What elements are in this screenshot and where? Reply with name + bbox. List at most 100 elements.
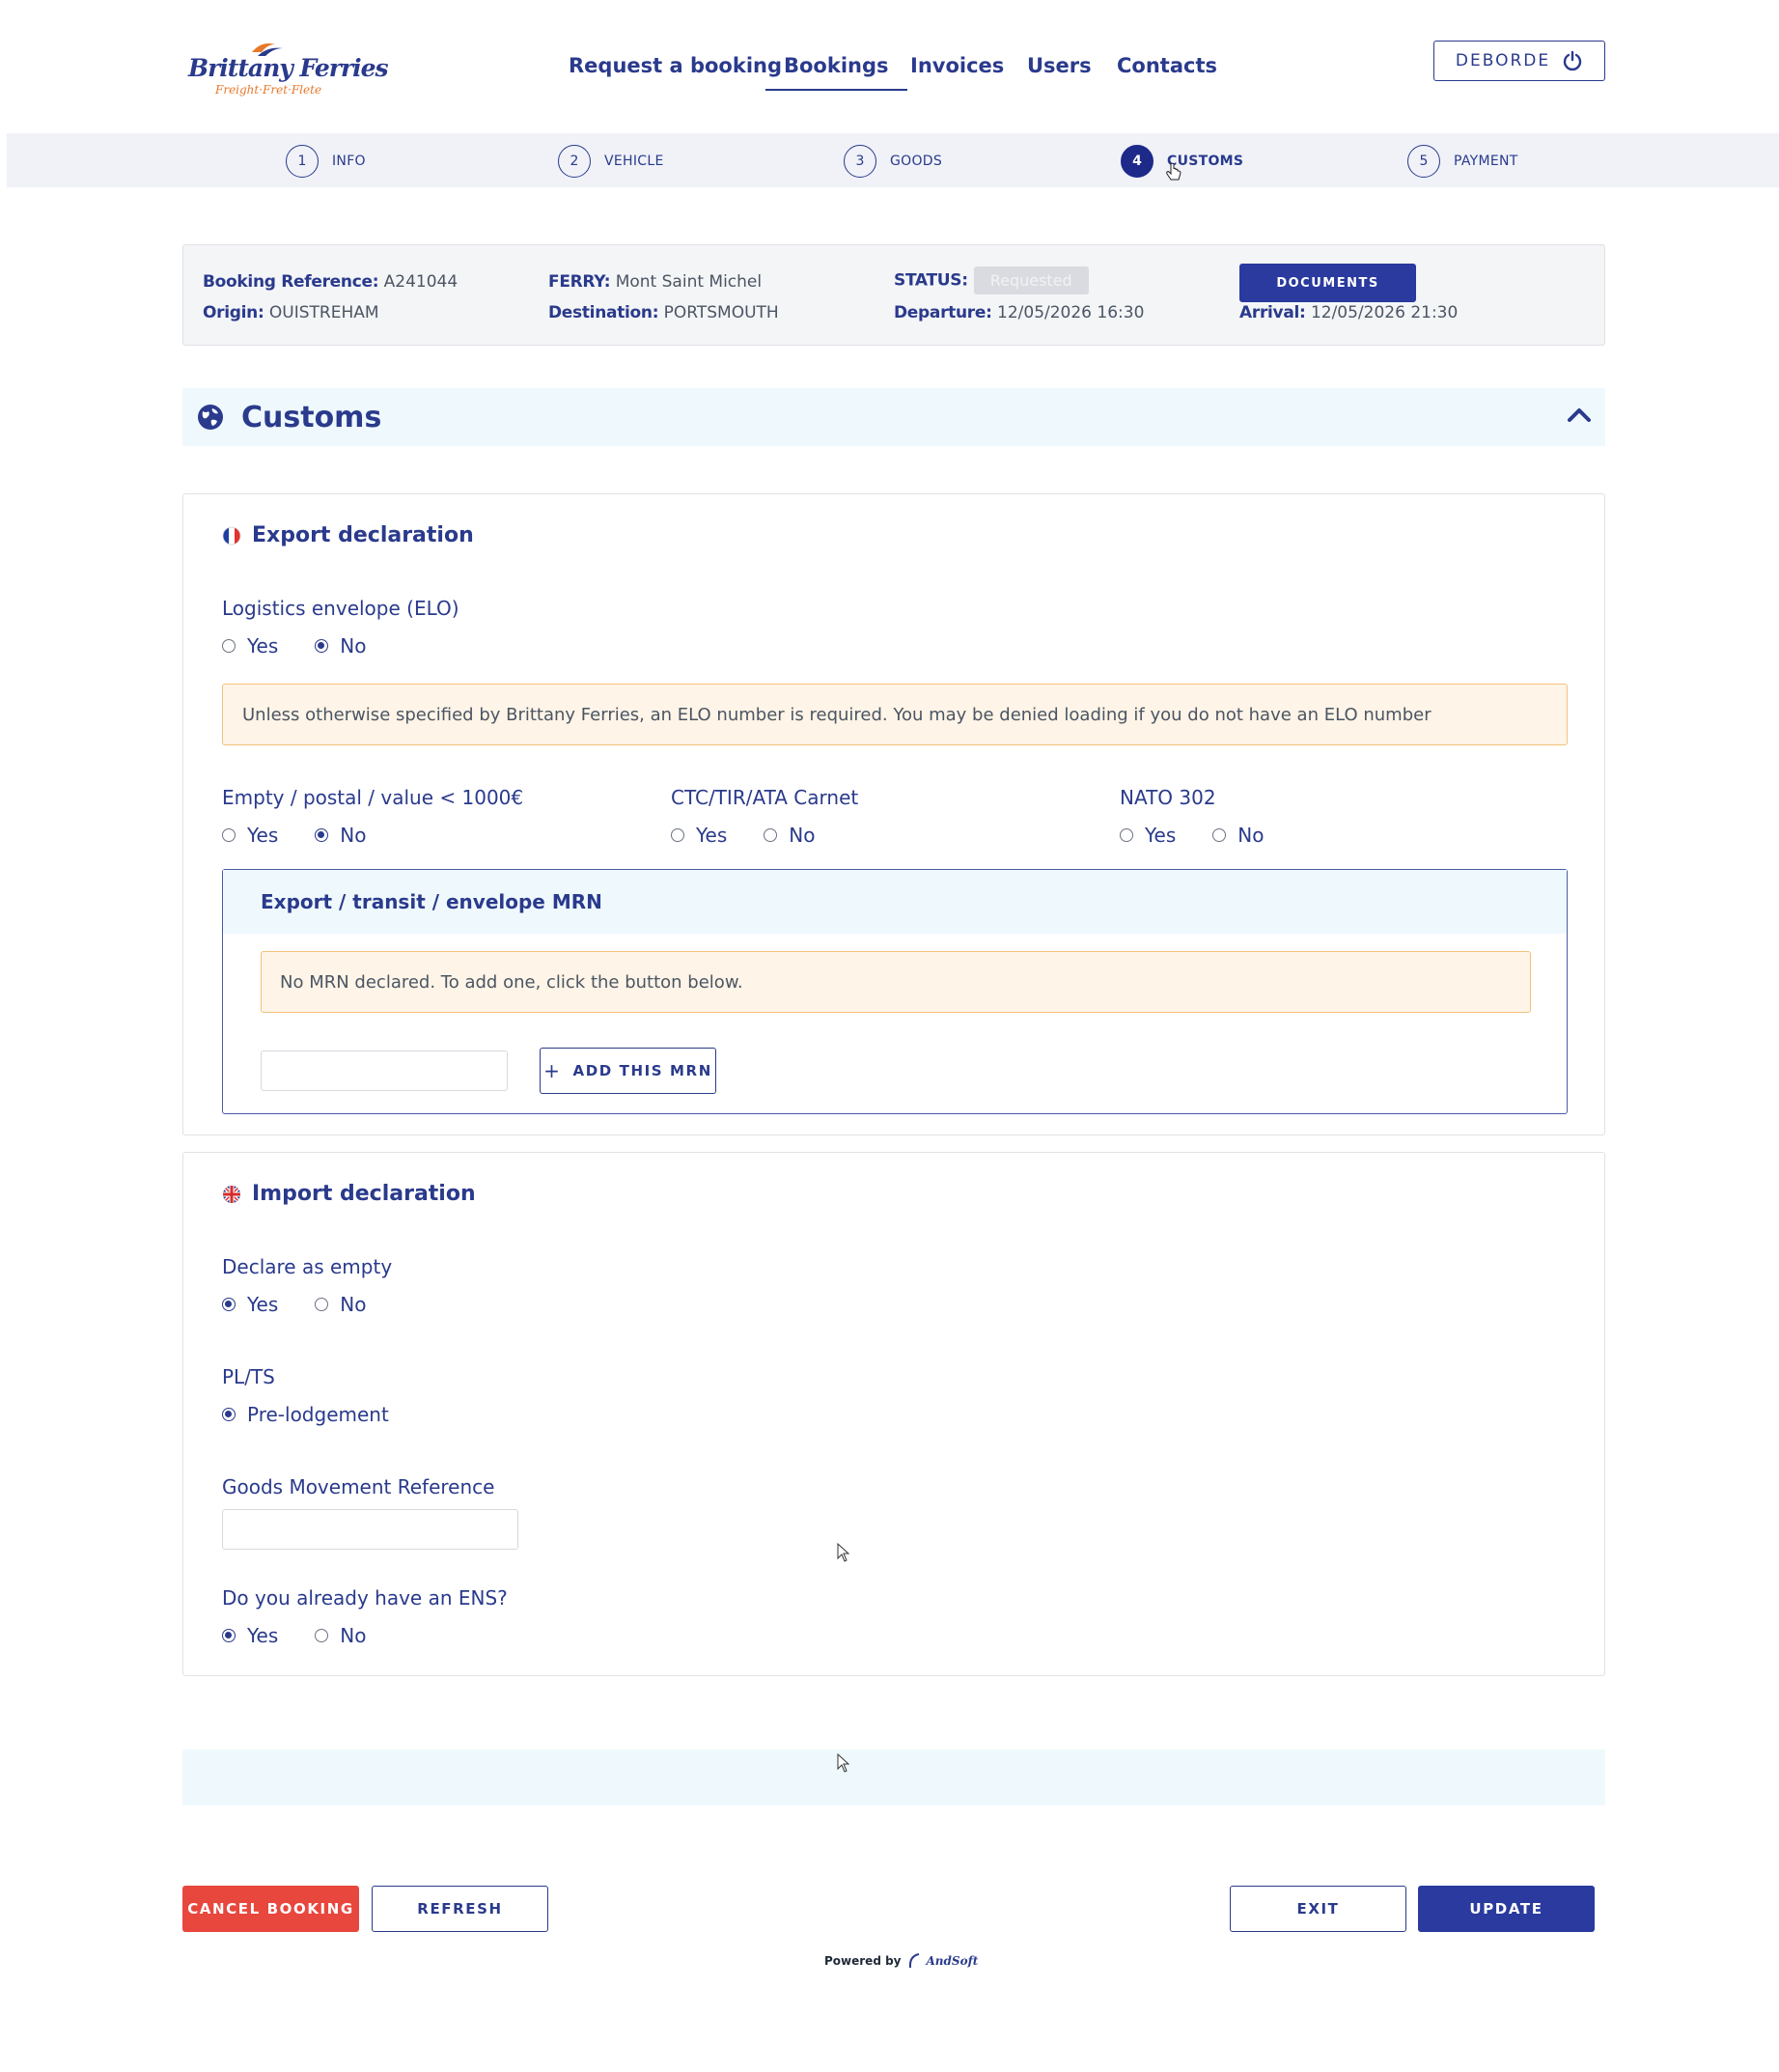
section-footer-band (182, 1750, 1605, 1806)
radio-circle (1120, 828, 1133, 842)
step-label: PAYMENT (1454, 154, 1518, 169)
radio-circle (222, 1408, 236, 1421)
mrn-panel: Export / transit / envelope MRN No MRN d… (222, 869, 1568, 1114)
radio-circle (222, 828, 236, 842)
brand-logo[interactable]: Brittany Ferries Freight·Fret·Flete (182, 37, 389, 97)
radio-circle (222, 1629, 236, 1642)
carnet-radio-group: Yes No (671, 824, 852, 847)
booking-stepper: 1 INFO 2 VEHICLE 3 GOODS 4 CUSTOMS 5 PAY… (7, 133, 1779, 187)
step-number: 3 (844, 145, 876, 178)
plus-icon: + (543, 1059, 562, 1082)
carnet-label: CTC/TIR/ATA Carnet (671, 786, 859, 809)
booking-arrival: Arrival: 12/05/2026 21:30 (1239, 303, 1459, 322)
mrn-warning-alert: No MRN declared. To add one, click the b… (261, 951, 1531, 1013)
import-declaration-card: Import declaration Declare as empty Yes … (182, 1152, 1605, 1676)
step-vehicle[interactable]: 2 VEHICLE (558, 145, 664, 178)
power-icon (1563, 50, 1582, 71)
radio-circle (764, 828, 778, 842)
step-info[interactable]: 1 INFO (286, 145, 366, 178)
status-badge: Requested (973, 266, 1089, 294)
step-payment[interactable]: 5 PAYMENT (1407, 145, 1518, 178)
radio-circle (1212, 828, 1227, 842)
arrow-cursor-icon (837, 1543, 850, 1562)
cancel-booking-button[interactable]: CANCEL BOOKING (182, 1886, 359, 1932)
empty-postal-no-radio[interactable]: No (315, 824, 367, 847)
step-label: VEHICLE (604, 154, 664, 169)
ens-no-radio[interactable]: No (315, 1624, 367, 1647)
customs-section-header[interactable]: Customs (182, 388, 1605, 446)
plts-label: PL/TS (222, 1365, 275, 1388)
ens-yes-radio[interactable]: Yes (222, 1624, 278, 1647)
import-title: Import declaration (252, 1182, 476, 1206)
ens-radio-group: Yes No (222, 1624, 403, 1647)
nato-no-radio[interactable]: No (1212, 824, 1265, 847)
nav-bookings[interactable]: Bookings (765, 54, 906, 91)
carnet-no-radio[interactable]: No (764, 824, 816, 847)
radio-circle (315, 639, 329, 653)
nato-radio-group: Yes No (1120, 824, 1301, 847)
declare-empty-no-radio[interactable]: No (315, 1293, 367, 1316)
step-number: 1 (286, 145, 319, 178)
globe-icon (198, 405, 223, 430)
plts-radio-group: Pre-lodgement (222, 1403, 426, 1426)
pre-lodgement-radio[interactable]: Pre-lodgement (222, 1403, 389, 1426)
step-label: INFO (332, 154, 366, 169)
logo-tagline: Freight·Fret·Flete (215, 83, 322, 97)
empty-postal-label: Empty / postal / value < 1000€ (222, 786, 524, 809)
documents-button[interactable]: DOCUMENTS (1239, 264, 1416, 302)
chevron-up-icon[interactable] (1567, 406, 1592, 423)
mrn-input[interactable] (261, 1050, 508, 1091)
radio-circle (315, 1629, 329, 1642)
export-declaration-card: Export declaration Logistics envelope (E… (182, 493, 1605, 1135)
booking-origin: Origin: OUISTREHAM (203, 303, 379, 322)
elo-no-radio[interactable]: No (315, 634, 367, 658)
nav-request-booking[interactable]: Request a booking (569, 54, 782, 77)
elo-yes-radio[interactable]: Yes (222, 634, 278, 658)
elo-warning-alert: Unless otherwise specified by Brittany F… (222, 684, 1568, 745)
elo-label: Logistics envelope (ELO) (222, 597, 459, 620)
logout-button[interactable]: DEBORDE (1433, 41, 1605, 81)
declare-empty-radio-group: Yes No (222, 1293, 403, 1316)
logo-text: Brittany Ferries (188, 54, 389, 82)
declare-empty-label: Declare as empty (222, 1255, 393, 1278)
gmr-input[interactable] (222, 1509, 518, 1550)
mrn-panel-header: Export / transit / envelope MRN (223, 870, 1567, 934)
booking-ferry: FERRY: Mont Saint Michel (548, 272, 763, 292)
refresh-button[interactable]: REFRESH (372, 1886, 548, 1932)
gmr-label: Goods Movement Reference (222, 1475, 495, 1498)
ens-label: Do you already have an ENS? (222, 1586, 508, 1610)
nav-contacts[interactable]: Contacts (1117, 54, 1217, 77)
update-button[interactable]: UPDATE (1418, 1886, 1595, 1932)
step-label: GOODS (890, 154, 943, 169)
booking-destination: Destination: PORTSMOUTH (548, 303, 779, 322)
booking-status: STATUS: Requested (894, 266, 1089, 294)
andsoft-brand[interactable]: AndSoft (927, 1954, 979, 1968)
export-title: Export declaration (252, 523, 474, 547)
andsoft-logo-icon (908, 1953, 919, 1969)
booking-summary: Booking Reference: A241044 Origin: OUIST… (182, 244, 1605, 346)
radio-circle (315, 1298, 329, 1311)
elo-radio-group: Yes No (222, 634, 403, 658)
nato-yes-radio[interactable]: Yes (1120, 824, 1176, 847)
carnet-yes-radio[interactable]: Yes (671, 824, 727, 847)
radio-circle (671, 828, 684, 842)
step-number: 2 (558, 145, 591, 178)
customs-title: Customs (241, 401, 382, 434)
hand-cursor-icon (1166, 162, 1181, 181)
exit-button[interactable]: EXIT (1230, 1886, 1406, 1932)
radio-circle (315, 828, 329, 842)
nav-users[interactable]: Users (1027, 54, 1092, 77)
empty-postal-yes-radio[interactable]: Yes (222, 824, 278, 847)
page: Brittany Ferries Freight·Fret·Flete Requ… (7, 0, 1779, 2072)
arrow-cursor-icon (837, 1753, 850, 1773)
booking-reference: Booking Reference: A241044 (203, 272, 459, 292)
empty-postal-radio-group: Yes No (222, 824, 403, 847)
booking-departure: Departure: 12/05/2026 16:30 (894, 303, 1145, 322)
nav-invoices[interactable]: Invoices (910, 54, 1004, 77)
step-goods[interactable]: 3 GOODS (844, 145, 942, 178)
nato-label: NATO 302 (1120, 786, 1216, 809)
radio-circle (222, 639, 236, 653)
declare-empty-yes-radio[interactable]: Yes (222, 1293, 278, 1316)
add-mrn-button[interactable]: + ADD THIS MRN (540, 1048, 716, 1094)
mrn-panel-title: Export / transit / envelope MRN (261, 890, 602, 913)
